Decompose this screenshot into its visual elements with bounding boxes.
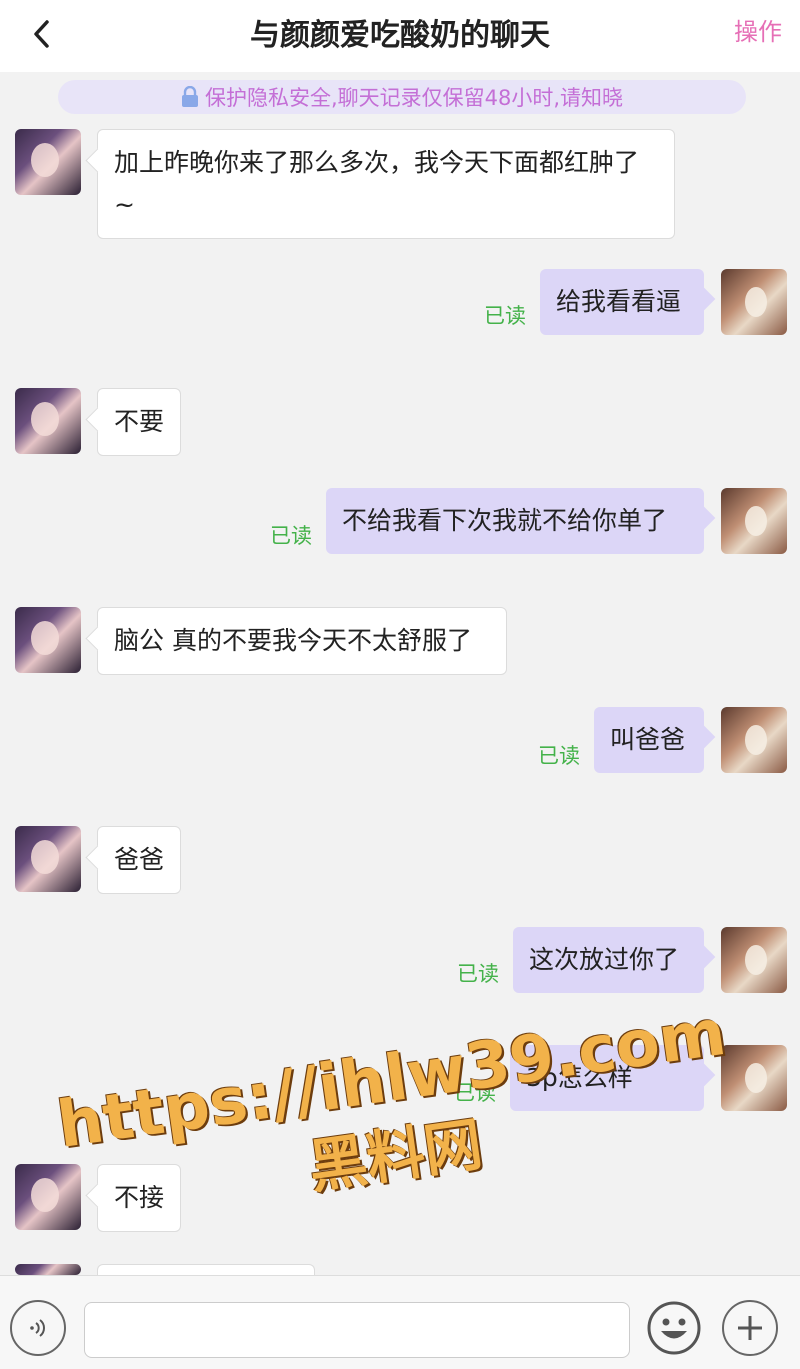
lock-icon [181,86,199,108]
message-text: 加上昨晚你来了那么多次，我今天下面都红肿了~ [114,148,640,219]
chat-title: 与颜颜爱吃酸奶的聊天 [250,18,550,53]
contact-avatar[interactable] [15,388,81,454]
contact-avatar[interactable] [15,1264,81,1275]
voice-icon [30,1319,45,1337]
plus-icon [738,1316,762,1340]
privacy-notice-text: 保护隐私安全,聊天记录仅保留48小时,请知晓 [204,86,624,110]
read-status: 已读 [538,744,580,768]
incoming-message: 加上昨晚你来了那么多次，我今天下面都红肿了~ [97,129,675,239]
voice-button[interactable] [10,1300,66,1356]
message-text: 爸爸 [114,845,165,874]
incoming-message-partial [97,1264,315,1275]
outgoing-message: 叫爸爸 [594,707,704,773]
my-avatar[interactable] [721,269,787,335]
more-button[interactable] [722,1300,778,1356]
read-status: 已读 [270,524,312,548]
message-text: 不要 [114,407,165,436]
my-avatar[interactable] [721,927,787,993]
read-status: 已读 [484,304,526,328]
outgoing-message: 这次放过你了 [513,927,704,993]
incoming-message: 爸爸 [97,826,181,894]
read-status: 已读 [457,962,499,986]
message-text: 不给我看下次我就不给你单了 [342,506,668,535]
message-input[interactable] [84,1302,630,1358]
contact-avatar[interactable] [15,607,81,673]
message-text: 这次放过你了 [529,945,680,974]
privacy-notice: 保护隐私安全,聊天记录仅保留48小时,请知晓 [58,80,746,114]
outgoing-message: 给我看看逼 [540,269,704,335]
my-avatar[interactable] [721,1045,787,1111]
incoming-message: 脑公 真的不要我今天不太舒服了 [97,607,507,675]
chat-header: 与颜颜爱吃酸奶的聊天 操作 [0,0,800,72]
emoji-button[interactable] [646,1300,702,1356]
contact-avatar[interactable] [15,129,81,195]
input-bar [0,1275,800,1369]
message-text: 脑公 真的不要我今天不太舒服了 [114,626,472,655]
contact-avatar[interactable] [15,826,81,892]
my-avatar[interactable] [721,707,787,773]
watermark: https://ihlw39.com 黑料网 [53,995,730,1237]
outgoing-message: 不给我看下次我就不给你单了 [326,488,704,554]
emoji-icon [647,1301,701,1355]
actions-button[interactable]: 操作 [734,0,782,64]
message-text: 给我看看逼 [556,287,682,316]
my-avatar[interactable] [721,488,787,554]
incoming-message: 不要 [97,388,181,456]
message-text: 叫爸爸 [610,725,686,754]
